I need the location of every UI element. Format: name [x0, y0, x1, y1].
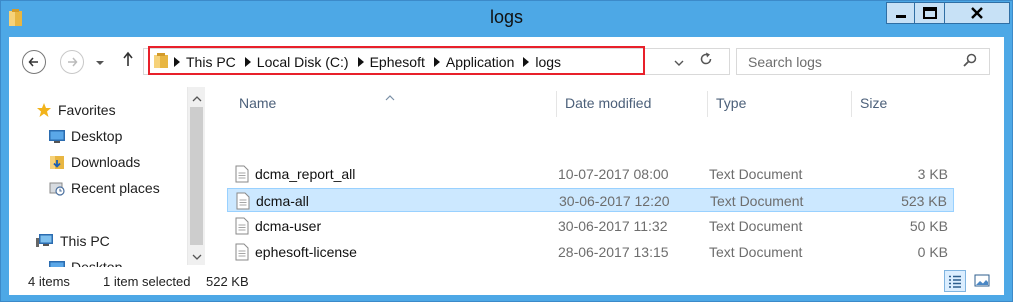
chevron-down-icon [674, 60, 684, 66]
downloads-folder-icon [50, 156, 64, 169]
desktop-icon [49, 130, 65, 143]
search-icon[interactable] [963, 53, 977, 70]
tree-item-label: Desktop [71, 259, 123, 267]
tree-item-label: Favorites [58, 102, 116, 118]
breadcrumb-item[interactable]: This PC [186, 54, 236, 70]
tree-item-label: Desktop [71, 128, 123, 144]
file-size: 50 KB [909, 218, 948, 234]
column-header-type[interactable]: Type [708, 87, 851, 117]
file-row[interactable]: ephesoft-license 28-06-2017 13:15 Text D… [227, 240, 954, 264]
status-bar: 4 items 1 item selected 522 KB [9, 267, 1004, 295]
close-icon [971, 7, 983, 19]
file-size: 3 KB [917, 166, 948, 182]
title-bar[interactable]: logs [1, 1, 1012, 37]
scroll-up-icon[interactable] [192, 91, 202, 106]
tree-item-this-pc[interactable]: This PC [36, 233, 110, 249]
file-date-modified: 28-06-2017 13:15 [558, 244, 669, 260]
text-document-icon [235, 243, 249, 264]
selection-size: 522 KB [206, 274, 249, 289]
arrow-left-icon [28, 57, 38, 67]
tree-item-label: Downloads [71, 154, 141, 170]
explorer-client: This PC Local Disk (C:) Ephesoft Applica… [9, 37, 1004, 295]
file-name: dcma-all [256, 193, 309, 209]
navigation-pane: Favorites Desktop Downloads Recent place… [9, 87, 187, 267]
item-count: 4 items [28, 274, 70, 289]
folder-icon [153, 53, 169, 72]
text-document-icon [235, 165, 249, 186]
breadcrumb-item[interactable]: logs [535, 54, 561, 70]
file-size: 523 KB [901, 193, 947, 209]
arrow-up-icon [123, 51, 133, 66]
recent-locations-button[interactable] [95, 55, 105, 70]
file-date-modified: 30-06-2017 11:32 [558, 218, 668, 234]
breadcrumb-separator-icon[interactable] [433, 57, 440, 67]
breadcrumb: This PC Local Disk (C:) Ephesoft Applica… [174, 54, 570, 70]
scroll-down-icon[interactable] [192, 249, 202, 264]
refresh-icon [700, 52, 712, 65]
breadcrumb-separator-icon[interactable] [174, 57, 180, 67]
window-title: logs [489, 7, 524, 27]
recent-places-icon [49, 182, 65, 196]
navigation-pane-scrollbar[interactable] [187, 87, 205, 265]
large-icons-view-button[interactable] [971, 270, 993, 292]
file-date-modified: 30-06-2017 12:20 [559, 193, 670, 209]
arrow-right-icon [68, 57, 78, 67]
minimize-button[interactable] [886, 2, 914, 24]
large-icons-view-icon [974, 274, 990, 287]
up-button[interactable] [122, 51, 134, 70]
breadcrumb-separator-icon[interactable] [357, 57, 364, 67]
back-button[interactable] [22, 50, 46, 74]
file-size: 0 KB [917, 244, 948, 260]
file-row[interactable]: dcma-user 30-06-2017 11:32 Text Document… [227, 214, 954, 238]
breadcrumb-separator-icon[interactable] [523, 57, 530, 67]
tree-item-recent-places[interactable]: Recent places [49, 180, 160, 196]
file-type: Text Document [709, 166, 803, 182]
explorer-window: logs This PC Local Disk (C:) Ephesoft Ap… [0, 0, 1013, 302]
file-name: dcma-user [255, 218, 322, 234]
file-row-selected[interactable]: dcma-all 30-06-2017 12:20 Text Document … [227, 188, 954, 212]
breadcrumb-separator-icon[interactable] [244, 57, 251, 67]
breadcrumb-item[interactable]: Ephesoft [370, 54, 425, 70]
star-icon [37, 103, 51, 117]
text-document-icon [235, 217, 249, 238]
column-header-date[interactable]: Date modified [557, 87, 707, 117]
tree-item-desktop-partial[interactable]: Desktop [49, 259, 122, 267]
file-name: ephesoft-license [255, 244, 357, 260]
file-name: dcma_report_all [255, 166, 356, 182]
maximize-button[interactable] [914, 2, 944, 24]
refresh-button[interactable] [699, 52, 713, 69]
column-header-name[interactable]: Name [231, 87, 551, 117]
close-button[interactable] [944, 2, 1010, 24]
navigation-bar: This PC Local Disk (C:) Ephesoft Applica… [9, 37, 1004, 87]
tree-item-label: This PC [60, 233, 110, 249]
breadcrumb-item[interactable]: Local Disk (C:) [257, 54, 349, 70]
maximize-icon [922, 7, 937, 19]
tree-item-downloads[interactable]: Downloads [49, 154, 140, 170]
text-document-icon [236, 192, 250, 213]
file-type: Text Document [709, 218, 803, 234]
search-placeholder: Search logs [748, 54, 822, 70]
scrollbar-thumb[interactable] [190, 107, 203, 245]
computer-icon [36, 234, 53, 247]
file-type: Text Document [710, 193, 804, 209]
tree-item-favorites[interactable]: Favorites [36, 102, 116, 118]
tree-item-label: Recent places [71, 180, 160, 196]
breadcrumb-item[interactable]: Application [446, 54, 515, 70]
column-header-size[interactable]: Size [852, 87, 952, 117]
forward-button[interactable] [60, 50, 84, 74]
tree-item-desktop[interactable]: Desktop [49, 128, 122, 144]
details-view-icon [949, 275, 961, 288]
details-view-button[interactable] [944, 270, 966, 292]
file-date-modified: 10-07-2017 08:00 [558, 166, 669, 182]
desktop-icon [49, 261, 65, 267]
address-dropdown-button[interactable] [674, 55, 684, 70]
chevron-down-icon [96, 61, 104, 65]
file-type: Text Document [709, 244, 803, 260]
minimize-icon [895, 15, 906, 18]
file-list: Name Date modified Type Size dcma_report… [209, 87, 1004, 267]
file-row[interactable]: dcma_report_all 10-07-2017 08:00 Text Do… [227, 162, 954, 186]
selection-count: 1 item selected [103, 274, 191, 289]
